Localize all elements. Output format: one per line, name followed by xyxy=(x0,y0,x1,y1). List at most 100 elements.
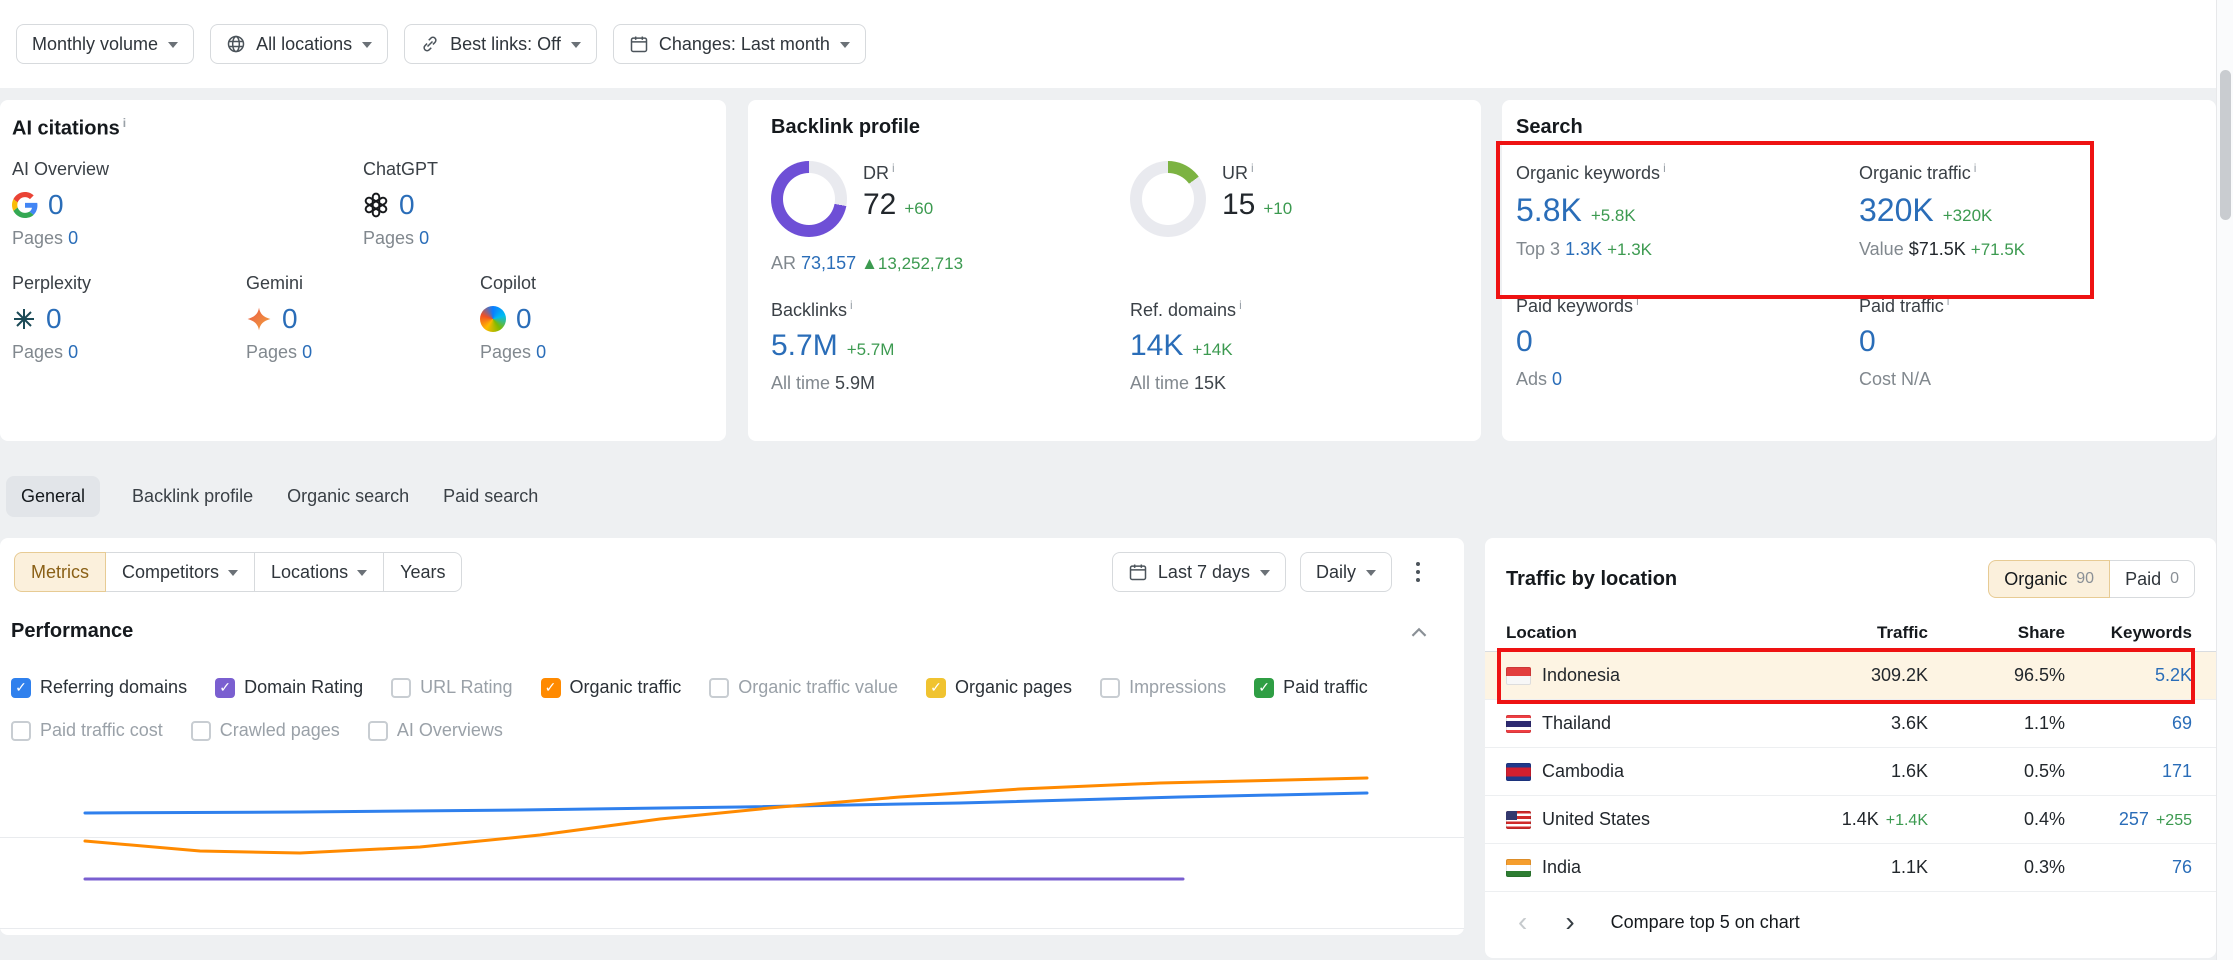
pages-count[interactable]: 0 xyxy=(68,228,78,248)
card-title: Search xyxy=(1516,116,2202,139)
chevron-down-icon xyxy=(840,42,850,48)
keywords-link[interactable]: 69 xyxy=(2172,713,2192,734)
metric-organic-pages[interactable]: Organic pages xyxy=(926,677,1072,698)
location-row-thailand[interactable]: Thailand 3.6K 1.1% 69 xyxy=(1485,700,2216,748)
keywords-link[interactable]: 5.2K xyxy=(2155,665,2192,686)
tab-paid-search[interactable]: Paid search xyxy=(441,476,540,517)
performance-chart-svg xyxy=(0,763,1464,933)
tab-organic-search[interactable]: Organic search xyxy=(285,476,411,517)
organic-toggle-button[interactable]: Organic 90 xyxy=(1988,560,2110,598)
checkbox-icon xyxy=(215,678,235,698)
metric-impressions[interactable]: Impressions xyxy=(1100,677,1226,698)
table-header: Location Traffic Share Keywords xyxy=(1485,614,2216,652)
thailand-flag-icon xyxy=(1506,715,1531,733)
tab-backlink-profile[interactable]: Backlink profile xyxy=(130,476,255,517)
page-scrollbar[interactable] xyxy=(2216,0,2233,960)
ahrefs-rank-line: AR 73,157 ▲13,252,713 xyxy=(771,253,1130,274)
pages-count[interactable]: 0 xyxy=(68,342,78,362)
backlinks-stat: Backlinksi 5.7M +5.7M All time 5.9M xyxy=(771,298,1130,394)
collapse-section-button[interactable] xyxy=(1410,626,1428,638)
performance-chart[interactable] xyxy=(0,763,1464,933)
best-links-filter[interactable]: Best links: Off xyxy=(404,24,597,64)
paid-toggle-button[interactable]: Paid 0 xyxy=(2110,560,2195,598)
all-locations-filter[interactable]: All locations xyxy=(210,24,388,64)
keywords-link[interactable]: 76 xyxy=(2172,857,2192,878)
metric-url-rating[interactable]: URL Rating xyxy=(391,677,512,698)
keywords-link[interactable]: 257 xyxy=(2119,809,2149,830)
ai-citations-count[interactable]: 0 xyxy=(46,303,62,335)
next-page-icon[interactable]: › xyxy=(1565,906,1574,938)
chevron-down-icon xyxy=(228,570,238,576)
metric-paid-traffic[interactable]: Paid traffic xyxy=(1254,677,1368,698)
prev-page-icon[interactable]: ‹ xyxy=(1518,906,1527,938)
checkbox-icon xyxy=(1254,678,1274,698)
performance-panel: Metrics Competitors Locations Years xyxy=(0,538,1464,935)
pages-count[interactable]: 0 xyxy=(302,342,312,362)
ai-citations-count[interactable]: 0 xyxy=(516,303,532,335)
competitors-segment[interactable]: Competitors xyxy=(105,552,255,592)
changes-filter[interactable]: Changes: Last month xyxy=(613,24,866,64)
paid-keywords-value[interactable]: 0 xyxy=(1516,325,1533,359)
card-title: AI citationsi xyxy=(12,116,714,141)
location-row-cambodia[interactable]: Cambodia 1.6K 0.5% 171 xyxy=(1485,748,2216,796)
paid-traffic-value[interactable]: 0 xyxy=(1859,325,1876,359)
paid-count-badge: 0 xyxy=(2170,570,2179,588)
copilot-icon xyxy=(480,306,506,332)
ur-label: URi xyxy=(1222,161,1292,184)
ai-citations-count[interactable]: 0 xyxy=(282,303,298,335)
pages-label: Pages xyxy=(246,342,297,362)
country-name: Indonesia xyxy=(1542,665,1620,686)
ai-tile-perplexity: Perplexity 0 Pages 0 xyxy=(12,273,246,363)
ref-domains-value[interactable]: 14K xyxy=(1130,329,1183,363)
tab-general[interactable]: General xyxy=(6,476,100,517)
google-icon xyxy=(12,192,38,218)
traffic-by-location-panel: Traffic by location Organic 90 Paid 0 Lo… xyxy=(1485,538,2216,958)
metric-paid-traffic-cost[interactable]: Paid traffic cost xyxy=(11,720,163,741)
ai-citations-card: AI citationsi AI Overview 0 Pag xyxy=(0,100,726,441)
location-row-indonesia[interactable]: Indonesia 309.2K 96.5% 5.2K xyxy=(1485,652,2216,700)
metric-organic-traffic[interactable]: Organic traffic xyxy=(541,677,682,698)
backlinks-value[interactable]: 5.7M xyxy=(771,329,838,363)
granularity-selector[interactable]: Daily xyxy=(1300,552,1392,592)
ai-citations-count[interactable]: 0 xyxy=(48,189,64,221)
metric-domain-rating[interactable]: Domain Rating xyxy=(215,677,363,698)
scrollbar-thumb[interactable] xyxy=(2220,70,2231,220)
top3-value[interactable]: 1.3K xyxy=(1565,239,1602,259)
organic-keywords-value[interactable]: 5.8K xyxy=(1516,192,1582,229)
date-range-selector[interactable]: Last 7 days xyxy=(1112,552,1286,592)
ai-tile-chatgpt: ChatGPT 0 Pages 0 xyxy=(363,159,714,249)
dr-value: 72 xyxy=(863,188,896,222)
ahrefs-rank-value[interactable]: 73,157 xyxy=(801,253,856,273)
dr-delta: +60 xyxy=(904,199,933,219)
info-icon: i xyxy=(1663,161,1666,175)
years-segment[interactable]: Years xyxy=(383,552,462,592)
ai-citations-count[interactable]: 0 xyxy=(399,189,415,221)
overview-tabs: General Backlink profile Organic search … xyxy=(6,474,540,518)
filters-toolbar: Monthly volume All locations Best l xyxy=(0,0,2216,88)
metric-referring-domains[interactable]: Referring domains xyxy=(11,677,187,698)
organic-traffic-delta: +320K xyxy=(1943,206,1993,226)
ai-citations-row: AI Overview 0 Pages 0 ChatGPT xyxy=(12,159,714,249)
checkbox-icon xyxy=(11,678,31,698)
segment-label: Competitors xyxy=(122,562,219,583)
pages-count[interactable]: 0 xyxy=(536,342,546,362)
location-row-india[interactable]: India 1.1K 0.3% 76 xyxy=(1485,844,2216,892)
ads-count[interactable]: 0 xyxy=(1552,369,1562,389)
metrics-segment[interactable]: Metrics xyxy=(14,552,106,592)
monthly-volume-filter[interactable]: Monthly volume xyxy=(16,24,194,64)
checkbox-icon xyxy=(926,678,946,698)
location-row-united-states[interactable]: United States 1.4K +1.4K 0.4% 257 +255 xyxy=(1485,796,2216,844)
metric-ai-overviews[interactable]: AI Overviews xyxy=(368,720,503,741)
keywords-link[interactable]: 171 xyxy=(2162,761,2192,782)
info-icon: i xyxy=(1947,294,1950,308)
ai-source-label: AI Overview xyxy=(12,159,363,180)
metric-crawled-pages[interactable]: Crawled pages xyxy=(191,720,340,741)
metric-organic-traffic-value[interactable]: Organic traffic value xyxy=(709,677,898,698)
pages-label: Pages xyxy=(480,342,531,362)
compare-top5-link[interactable]: Compare top 5 on chart xyxy=(1611,912,1800,933)
organic-traffic-value[interactable]: 320K xyxy=(1859,192,1934,229)
locations-segment[interactable]: Locations xyxy=(254,552,384,592)
pages-count[interactable]: 0 xyxy=(419,228,429,248)
site-explorer-overview: Monthly volume All locations Best l xyxy=(0,0,2233,960)
more-options-button[interactable] xyxy=(1406,554,1430,590)
